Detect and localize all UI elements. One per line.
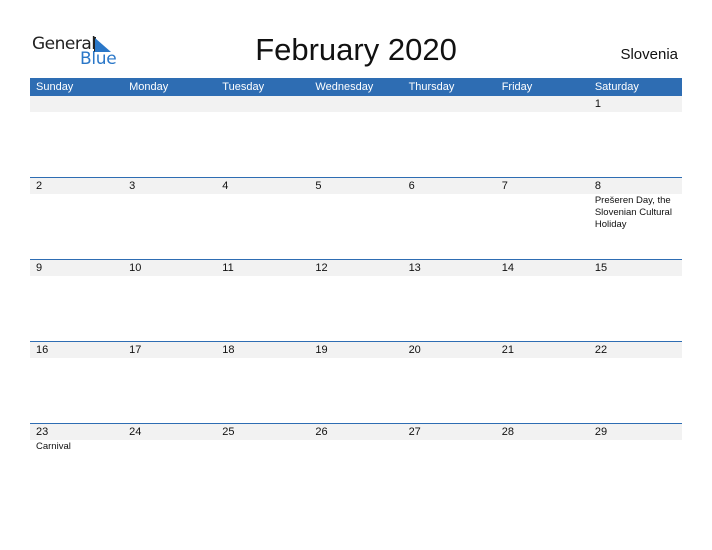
weekday-friday: Friday <box>501 81 533 93</box>
day-cell: 3 <box>123 178 216 259</box>
day-cell: 2 <box>30 178 123 259</box>
day-cell: 11 <box>216 260 309 341</box>
day-number: 26 <box>315 426 328 438</box>
day-number <box>36 96 123 112</box>
week-cells: 1 <box>30 96 682 177</box>
day-number: 23 <box>36 426 49 438</box>
week-cells: 9 10 11 12 13 14 15 <box>30 260 682 341</box>
day-number: 14 <box>501 262 514 274</box>
week-row: 1 <box>30 96 682 177</box>
page-title: February 2020 <box>255 32 457 67</box>
day-cell: 23 Carnival <box>30 424 123 505</box>
day-number <box>502 96 589 112</box>
day-number: 11 <box>222 262 234 274</box>
weekday-saturday: Saturday <box>594 81 639 93</box>
day-cell: 17 <box>123 342 216 423</box>
calendar-grid: Sunday Monday Tuesday Wednesday Thursday… <box>30 78 682 505</box>
day-cell: 16 <box>30 342 123 423</box>
day-cell: 22 <box>589 342 682 423</box>
day-cell: 10 <box>123 260 216 341</box>
day-cell <box>496 96 589 177</box>
day-cell: 18 <box>216 342 309 423</box>
week-row: 9 10 11 12 13 14 15 <box>30 259 682 341</box>
day-cell: 20 <box>403 342 496 423</box>
week-cells: 2 3 4 5 6 7 8 Prešeren Day, the Slovenian Cultu… <box>30 178 682 259</box>
weekday-thursday: Thursday <box>408 81 455 93</box>
day-cell: 19 <box>309 342 402 423</box>
day-cell: 8 Prešeren Day, the Slovenian Cultural Ho… <box>589 178 682 259</box>
day-cell: 13 <box>403 260 496 341</box>
day-number: 24 <box>129 426 142 438</box>
day-cell: 6 <box>403 178 496 259</box>
weeks-container: 1 2 3 4 5 6 7 8 Prešeren Day, the Slovenian Cult… <box>30 96 682 505</box>
day-number: 7 <box>501 180 508 192</box>
day-number: 1 <box>594 98 601 110</box>
day-number: 5 <box>315 180 322 192</box>
day-number: 20 <box>408 344 421 356</box>
day-cell: 28 <box>496 424 589 505</box>
week-row: 16 17 18 19 20 21 22 <box>30 341 682 423</box>
day-cell: 26 <box>309 424 402 505</box>
day-cell: 12 <box>309 260 402 341</box>
weekday-sunday: Sunday <box>36 81 74 93</box>
day-cell: 24 <box>123 424 216 505</box>
weekday-wednesday: Wednesday <box>315 81 374 93</box>
week-cells: 16 17 18 19 20 21 22 <box>30 342 682 423</box>
day-cell: 7 <box>496 178 589 259</box>
day-number: 4 <box>222 180 229 192</box>
day-number: 10 <box>129 262 142 274</box>
day-number: 16 <box>36 344 49 356</box>
weekday-monday: Monday <box>129 81 169 93</box>
day-number: 21 <box>501 344 514 356</box>
day-cell <box>216 96 309 177</box>
weekday-tuesday: Tuesday <box>222 81 265 93</box>
day-number: 18 <box>222 344 235 356</box>
week-row: 23 Carnival 24 25 26 27 28 29 <box>30 423 682 505</box>
holiday-label: Carnival <box>36 441 71 452</box>
day-cell: 5 <box>309 178 402 259</box>
day-cell: 1 <box>589 96 682 177</box>
day-cell <box>403 96 496 177</box>
day-number <box>222 96 309 112</box>
day-cell: 27 <box>403 424 496 505</box>
day-number: 29 <box>594 426 608 438</box>
day-number: 22 <box>594 344 608 356</box>
day-number: 15 <box>594 262 608 274</box>
day-number <box>409 96 496 112</box>
day-cell: 21 <box>496 342 589 423</box>
holiday-label: Prešeren Day, the Slovenian Cultural Hol… <box>594 195 672 230</box>
week-cells: 23 Carnival 24 25 26 27 28 29 <box>30 424 682 505</box>
day-number: 28 <box>501 426 514 438</box>
day-number: 25 <box>222 426 235 438</box>
day-number: 12 <box>315 262 328 274</box>
day-number: 2 <box>36 180 43 192</box>
day-cell <box>123 96 216 177</box>
day-number: 13 <box>408 262 421 274</box>
country-label: Slovenia <box>620 46 678 63</box>
day-number <box>129 96 216 112</box>
day-cell: 14 <box>496 260 589 341</box>
day-number: 9 <box>36 262 43 274</box>
day-cell: 29 <box>589 424 682 505</box>
day-cell: 9 <box>30 260 123 341</box>
day-number: 3 <box>129 180 136 192</box>
week-row: 2 3 4 5 6 7 8 Prešeren Day, the Slovenian Cultu… <box>30 177 682 259</box>
day-cell: 15 <box>589 260 682 341</box>
day-cell <box>309 96 402 177</box>
day-cell: 4 <box>216 178 309 259</box>
day-number: 8 <box>594 180 601 192</box>
day-cell: 25 <box>216 424 309 505</box>
day-number: 6 <box>408 180 415 192</box>
day-number: 19 <box>315 344 328 356</box>
day-number: 27 <box>408 426 421 438</box>
weekday-header: Sunday Monday Tuesday Wednesday Thursday… <box>30 78 682 96</box>
day-number: 17 <box>129 344 142 356</box>
day-number <box>315 96 402 112</box>
day-cell <box>30 96 123 177</box>
